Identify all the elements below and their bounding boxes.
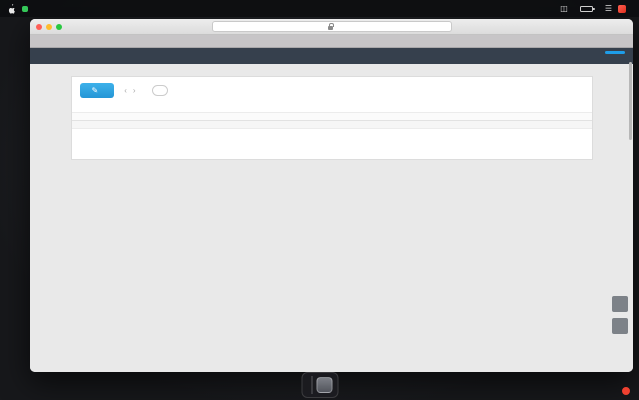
address-bar[interactable] [211,21,452,32]
watermark [622,387,634,395]
dock-divider [311,376,312,394]
window-titlebar[interactable] [30,19,633,35]
forum-panel: ✎ ‹ › [70,76,593,160]
webpage: ✎ ‹ › [30,48,633,372]
display-icon[interactable]: ◫ [560,4,568,13]
subfilter-row [71,112,592,121]
last-page-number[interactable] [151,85,168,96]
chevron-left-icon: ‹ [124,86,127,95]
back-to-forum-link[interactable]: ‹ › [124,86,135,95]
scrollbar[interactable] [629,62,632,140]
chevron-right-icon: › [132,86,136,95]
menubar: ◫ ☰ [0,0,639,17]
lock-icon [327,22,334,30]
forum-toolbar: ✎ ‹ › [72,77,592,102]
pagination [146,85,171,96]
battery-icon [579,5,595,12]
back-to-top-button[interactable] [612,318,628,334]
pencil-icon: ✎ [91,86,99,95]
trash-icon[interactable] [316,377,332,393]
section-header [71,121,592,129]
wukong-logo-icon [622,387,630,395]
user-badge-icon [618,4,626,13]
close-button[interactable] [36,23,42,30]
notification-center-icon[interactable]: ☰ [605,4,612,13]
zoom-button[interactable] [56,23,62,30]
login-button[interactable] [605,50,625,54]
panel-button[interactable] [612,296,628,312]
tab-bar [30,35,633,48]
desktop: ◫ ☰ ✎ ‹ › [0,0,639,400]
dock [301,372,338,398]
apple-menu-icon[interactable] [7,3,16,14]
new-post-button[interactable]: ✎ [79,83,115,98]
menubar-status: ◫ ☰ [560,4,632,13]
floating-buttons [612,296,628,334]
site-nav [30,48,633,64]
filter-row [72,102,592,112]
safari-window: ✎ ‹ › [30,19,633,372]
status-app-icon[interactable] [22,5,28,12]
minimize-button[interactable] [46,23,52,30]
